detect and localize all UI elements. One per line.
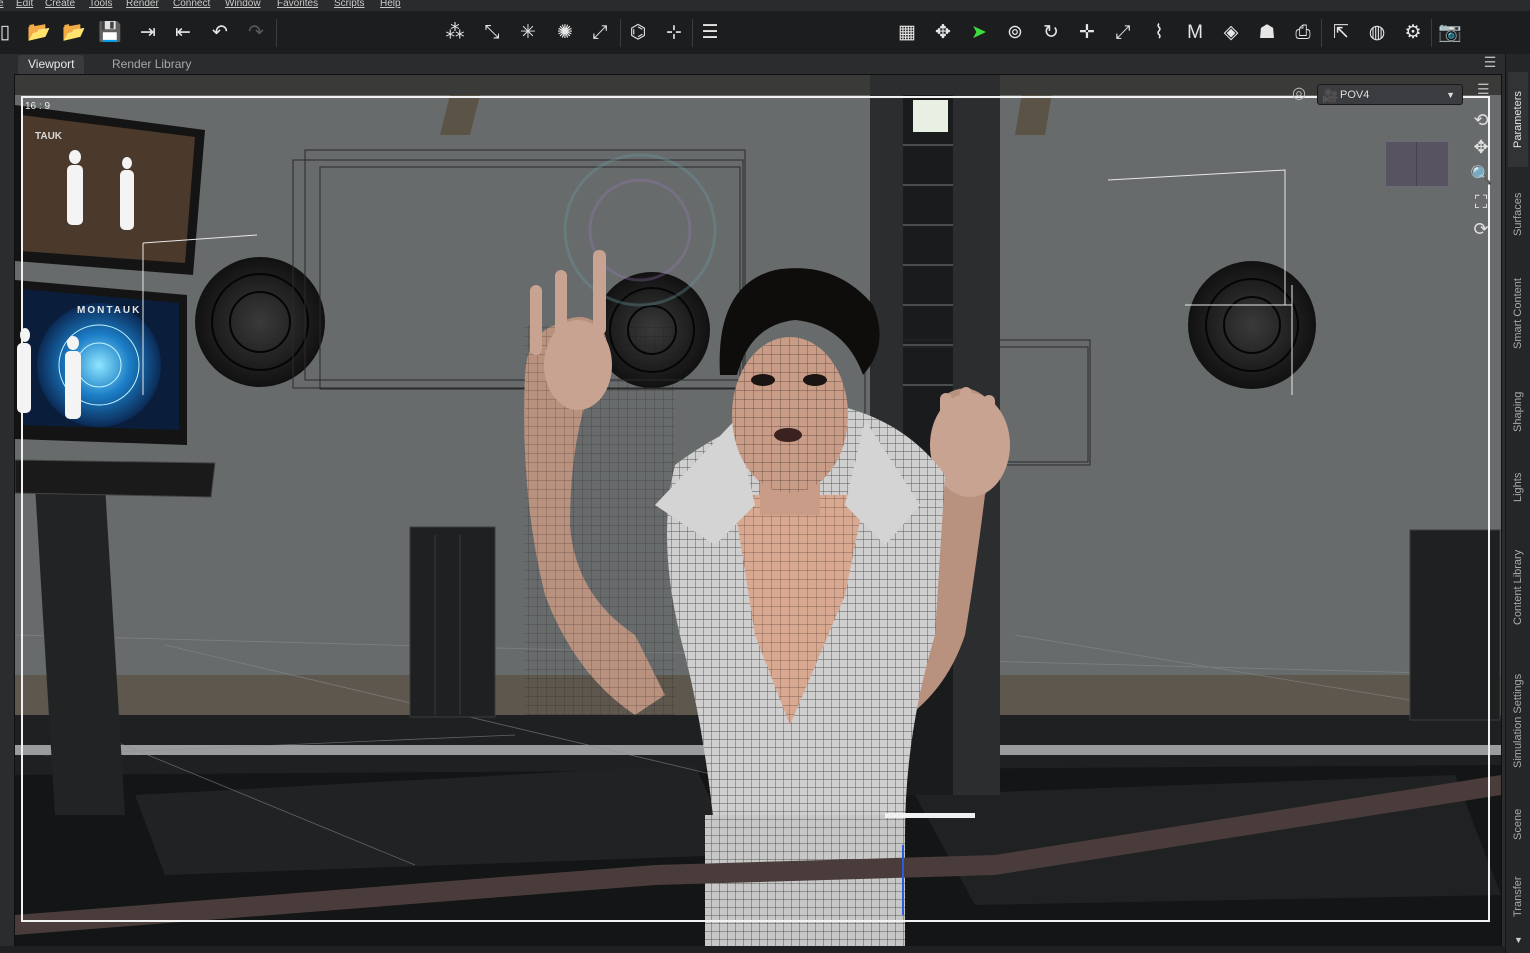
orbit-control-icon[interactable]: ⟲: [1470, 109, 1492, 131]
create-point-light-icon[interactable]: ✺: [552, 19, 578, 45]
node-weight-icon[interactable]: ◍: [1364, 19, 1390, 45]
chevron-down-icon: ▼: [1446, 90, 1455, 100]
pane-tabs: Viewport Render Library ☰: [0, 54, 1505, 74]
create-linear-light-icon[interactable]: ⤢: [587, 19, 613, 45]
frame-control-icon[interactable]: ⛶: [1470, 191, 1492, 213]
render-icon[interactable]: 📷: [1437, 19, 1463, 45]
tab-render-library[interactable]: Render Library: [102, 55, 201, 74]
tab-parameters[interactable]: Parameters: [1508, 72, 1528, 167]
tab-surfaces[interactable]: Surfaces: [1508, 182, 1528, 247]
joint-editor-icon[interactable]: ⌇: [1146, 19, 1172, 45]
create-group-icon[interactable]: ⁂: [442, 19, 468, 45]
toolbar-separator: [620, 19, 621, 47]
new-file-icon[interactable]: ▯: [0, 19, 18, 45]
scale-icon[interactable]: ⤢: [1110, 19, 1136, 45]
menu-file[interactable]: e: [0, 0, 4, 9]
camera-select[interactable]: 🎥 POV4 ▼: [1317, 84, 1463, 105]
grid-icon[interactable]: ▦: [894, 19, 920, 45]
tab-lights[interactable]: Lights: [1508, 462, 1528, 512]
pane-menu-icon[interactable]: ☰: [1481, 54, 1499, 72]
toolbar-separator: [692, 19, 693, 47]
viewport[interactable]: TAUK MONTAUK 16: 9 ◎ 🎥 POV4 ▼ ☰ ⟲ ✥ 🔍 ⛶…: [14, 74, 1502, 947]
menu-scripts[interactable]: Scripts: [334, 0, 365, 9]
menu-create[interactable]: Create: [45, 0, 75, 9]
rotate-icon[interactable]: ↻: [1038, 19, 1064, 45]
save-icon[interactable]: 💾: [97, 19, 123, 45]
menu-connect[interactable]: Connect: [173, 0, 210, 9]
spot-render-icon[interactable]: ⎙: [1290, 19, 1316, 45]
create-spotlight-icon[interactable]: ⤡: [479, 19, 505, 45]
aspect-ratio-label: 16 : 9: [25, 101, 51, 112]
orbit-icon[interactable]: ⊚: [1002, 19, 1028, 45]
redo-icon[interactable]: ↷: [243, 19, 269, 45]
open-icon[interactable]: 📂: [26, 19, 52, 45]
viewport-options-icon[interactable]: ☰: [1477, 81, 1490, 98]
menu-edit[interactable]: Edit: [16, 0, 33, 9]
universal-tool-icon[interactable]: ✥: [930, 19, 956, 45]
right-pane-tabs: Parameters Surfaces Smart Content Shapin…: [1505, 54, 1530, 953]
menu-render[interactable]: Render: [126, 0, 159, 9]
view-cube[interactable]: [1385, 141, 1449, 187]
tab-scene[interactable]: Scene: [1508, 799, 1528, 849]
create-distant-light-icon[interactable]: ✳: [515, 19, 541, 45]
node-selection-icon[interactable]: ➤: [966, 19, 992, 45]
view-cube-divider: [1416, 142, 1417, 186]
toolbar-separator: [276, 19, 277, 47]
geometry-editor-icon[interactable]: M: [1182, 19, 1208, 45]
undo-icon[interactable]: ↶: [207, 19, 233, 45]
viewport-menu-icon[interactable]: ◎: [1292, 83, 1306, 103]
menu-window[interactable]: Window: [225, 0, 261, 9]
menu-tools[interactable]: Tools: [89, 0, 112, 9]
create-null-icon[interactable]: ⊹: [661, 19, 687, 45]
surface-selection-icon[interactable]: ◈: [1218, 19, 1244, 45]
import-icon[interactable]: ⇥: [135, 19, 161, 45]
render-frame: [21, 96, 1490, 922]
tab-simulation-settings[interactable]: Simulation Settings: [1508, 656, 1528, 786]
menu-help[interactable]: Help: [380, 0, 401, 9]
camera-icon: 🎥: [1322, 88, 1339, 103]
create-camera-icon[interactable]: ⌬: [625, 19, 651, 45]
tab-transfer[interactable]: Transfer: [1508, 866, 1528, 928]
camera-select-value: POV4: [1340, 89, 1370, 101]
bottom-bar: [0, 946, 1505, 953]
menu-bar: e Edit Create Tools Render Connect Windo…: [0, 0, 1530, 11]
scroll-down-icon[interactable]: ▼: [1514, 935, 1523, 945]
active-pose-icon[interactable]: ⇱: [1328, 19, 1354, 45]
pan-control-icon[interactable]: ✥: [1470, 136, 1492, 158]
tab-content-library[interactable]: Content Library: [1508, 532, 1528, 642]
reset-view-icon[interactable]: ⟳: [1470, 218, 1492, 240]
align-icon[interactable]: ☰: [697, 19, 723, 45]
export-icon[interactable]: ⇤: [170, 19, 196, 45]
tab-viewport[interactable]: Viewport: [18, 55, 85, 74]
tab-smart-content[interactable]: Smart Content: [1508, 264, 1528, 364]
zoom-control-icon[interactable]: 🔍: [1470, 164, 1492, 186]
translate-icon[interactable]: ✛: [1074, 19, 1100, 45]
toolbar-separator: [1321, 19, 1322, 47]
merge-icon[interactable]: 📂: [61, 19, 87, 45]
render-settings-icon[interactable]: ⚙: [1400, 19, 1426, 45]
main-toolbar: ▯ 📂 📂 💾 ⇥ ⇤ ↶ ↷ ⁂ ⤡ ✳ ✺ ⤢ ⌬ ⊹ ☰ ▦ ✥ ➤ ⊚ …: [0, 11, 1530, 55]
tab-shaping[interactable]: Shaping: [1508, 379, 1528, 444]
menu-favorites[interactable]: Favorites: [277, 0, 318, 9]
toolbar-separator: [1431, 19, 1432, 47]
figure-tool-icon[interactable]: ☗: [1254, 19, 1280, 45]
